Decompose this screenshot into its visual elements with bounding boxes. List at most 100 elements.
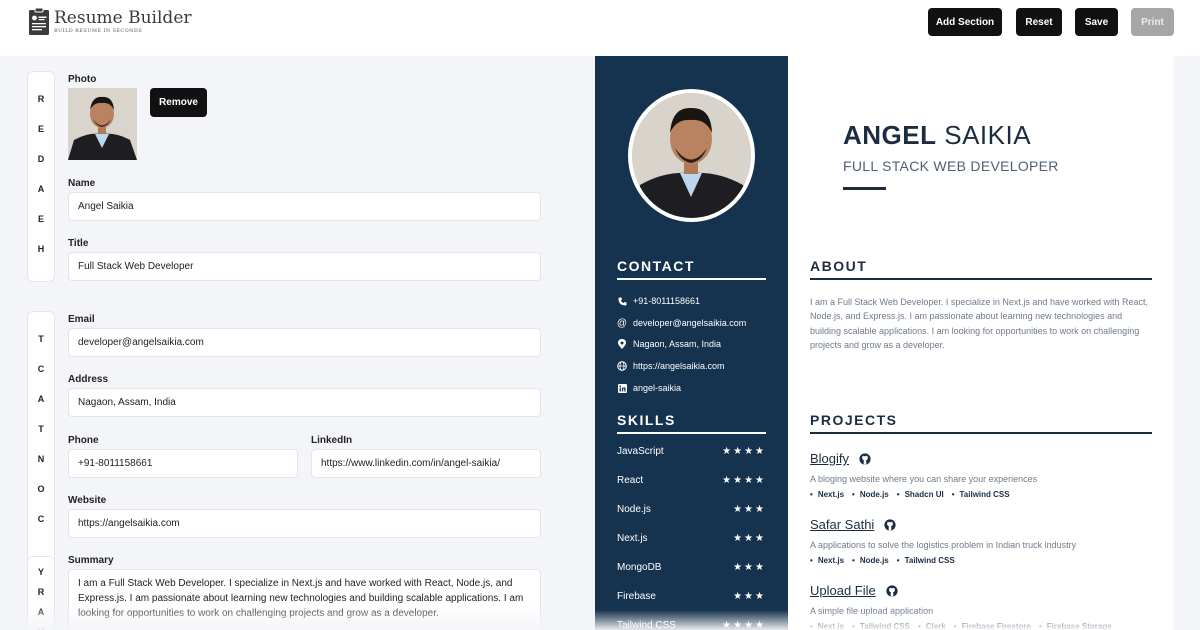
preview-fade	[595, 610, 1173, 630]
email-input[interactable]: developer@angelsaikia.com	[68, 328, 541, 357]
app-logo[interactable]: Resume Builder BUILD RESUME IN SECONDS	[26, 7, 192, 37]
project-title-link[interactable]: Upload File	[810, 583, 898, 598]
skill-row: React ★★★★	[617, 475, 766, 486]
section-letter: R	[37, 94, 45, 104]
resume-name: ANGEL SAIKIA	[843, 120, 1031, 151]
contact-heading: CONTACT	[617, 258, 695, 274]
contact-text: developer@angelsaikia.com	[633, 318, 747, 328]
email-label: Email	[68, 314, 95, 325]
contact-email: @ developer@angelsaikia.com	[616, 317, 747, 329]
linkedin-input[interactable]: https://www.linkedin.com/in/angel-saikia…	[311, 449, 541, 478]
section-tab-header[interactable]: R E D A E H	[27, 71, 55, 282]
project-name: Upload File	[810, 583, 876, 598]
tech-tag: Shadcn UI	[897, 490, 944, 499]
contact-divider	[617, 278, 766, 280]
skill-rating-stars: ★★★	[733, 562, 766, 573]
tech-tag: Tailwind CSS	[952, 490, 1010, 499]
phone-label: Phone	[68, 435, 99, 446]
photo-thumbnail	[68, 88, 137, 160]
address-label: Address	[68, 374, 109, 385]
skill-row: Node.js ★★★	[617, 504, 766, 515]
title-input[interactable]: Full Stack Web Developer	[68, 252, 541, 281]
resume-title: FULL STACK WEB DEVELOPER	[843, 158, 1059, 174]
title-label: Title	[68, 238, 89, 249]
linkedin-label: LinkedIn	[311, 435, 353, 446]
contact-text: angel-saikia	[633, 383, 682, 393]
skill-name: JavaScript	[617, 446, 664, 457]
section-letter: E	[37, 124, 44, 134]
tech-tag: Next.js	[810, 490, 844, 499]
name-input[interactable]: Angel Saikia	[68, 192, 541, 221]
github-icon[interactable]	[886, 584, 898, 597]
skills-divider	[617, 432, 766, 434]
github-icon[interactable]	[859, 452, 871, 465]
skill-name: Node.js	[617, 504, 651, 515]
globe-icon	[617, 361, 627, 371]
skill-name: Next.js	[617, 533, 648, 544]
skill-rating-stars: ★★★★	[722, 446, 766, 457]
print-button[interactable]: Print	[1131, 8, 1174, 36]
tech-tag: Tailwind CSS	[897, 556, 955, 565]
add-section-button[interactable]: Add Section	[928, 8, 1002, 36]
skill-rating-stars: ★★★★	[722, 475, 766, 486]
section-letter: H	[37, 244, 45, 254]
skill-row: JavaScript ★★★★	[617, 446, 766, 457]
contact-text: +91-8011158661	[633, 296, 700, 306]
title-divider	[843, 187, 886, 190]
section-letter: C	[37, 514, 45, 524]
section-letter: T	[38, 334, 44, 344]
contact-text: Nagaon, Assam, India	[633, 339, 722, 349]
github-icon[interactable]	[884, 518, 896, 531]
contact-linkedin: angel-saikia	[617, 383, 681, 393]
section-letter: N	[37, 454, 45, 464]
photo-label: Photo	[68, 74, 97, 85]
project-name: Blogify	[810, 451, 850, 466]
remove-photo-button[interactable]: Remove	[150, 88, 207, 117]
phone-icon	[617, 296, 627, 306]
app-name: Resume Builder	[54, 8, 192, 28]
tech-tag: Node.js	[852, 490, 889, 499]
project-tech-list: Next.js Node.js Shadcn UI Tailwind CSS	[810, 490, 1018, 499]
project-tech-list: Next.js Node.js Tailwind CSS	[810, 556, 963, 565]
skill-rating-stars: ★★★	[733, 504, 766, 515]
location-icon	[617, 339, 627, 349]
section-letter: R	[37, 587, 45, 597]
skill-rating-stars: ★★★	[733, 533, 766, 544]
save-button[interactable]: Save	[1075, 8, 1118, 36]
section-letter: A	[37, 394, 45, 404]
summary-label: Summary	[68, 555, 114, 566]
contact-website: https://angelsaikia.com	[617, 361, 725, 371]
section-letter: T	[38, 424, 44, 434]
last-name: SAIKIA	[944, 120, 1032, 150]
name-label: Name	[68, 178, 96, 189]
project-name: Safar Sathi	[810, 517, 875, 532]
reset-button[interactable]: Reset	[1016, 8, 1062, 36]
website-label: Website	[68, 495, 107, 506]
skill-name: MongoDB	[617, 562, 662, 573]
editor-panel: R E D A E H Photo Remove Name Angel Saik…	[0, 56, 595, 630]
about-text: I am a Full Stack Web Developer. I speci…	[810, 297, 1148, 350]
about-heading: ABOUT	[810, 258, 868, 274]
section-tab-contact[interactable]: T C A T N O C	[27, 311, 55, 589]
address-input[interactable]: Nagaon, Assam, India	[68, 388, 541, 417]
project-title-link[interactable]: Blogify	[810, 451, 871, 466]
resume-logo-icon	[29, 7, 49, 35]
project-title-link[interactable]: Safar Sathi	[810, 517, 896, 532]
skill-row: MongoDB ★★★	[617, 562, 766, 573]
section-letter: O	[37, 484, 45, 494]
website-input[interactable]: https://angelsaikia.com	[68, 509, 541, 538]
resume-preview: CONTACT +91-8011158661 @ developer@angel…	[595, 56, 1173, 630]
skill-rating-stars: ★★★	[733, 591, 766, 602]
skills-heading: SKILLS	[617, 412, 676, 428]
contact-phone: +91-8011158661	[617, 296, 700, 306]
project-description: A bloging website where you can share yo…	[810, 474, 1038, 484]
linkedin-icon	[617, 383, 627, 393]
skill-row: Next.js ★★★	[617, 533, 766, 544]
at-icon: @	[616, 317, 628, 329]
section-letter: Y	[37, 567, 44, 577]
phone-input[interactable]: +91-8011158661	[68, 449, 298, 478]
tech-tag: Next.js	[810, 556, 844, 565]
project-description: A applications to solve the logistics pr…	[810, 540, 1077, 550]
section-letter: A	[37, 184, 45, 194]
resume-sidebar: CONTACT +91-8011158661 @ developer@angel…	[595, 56, 788, 630]
